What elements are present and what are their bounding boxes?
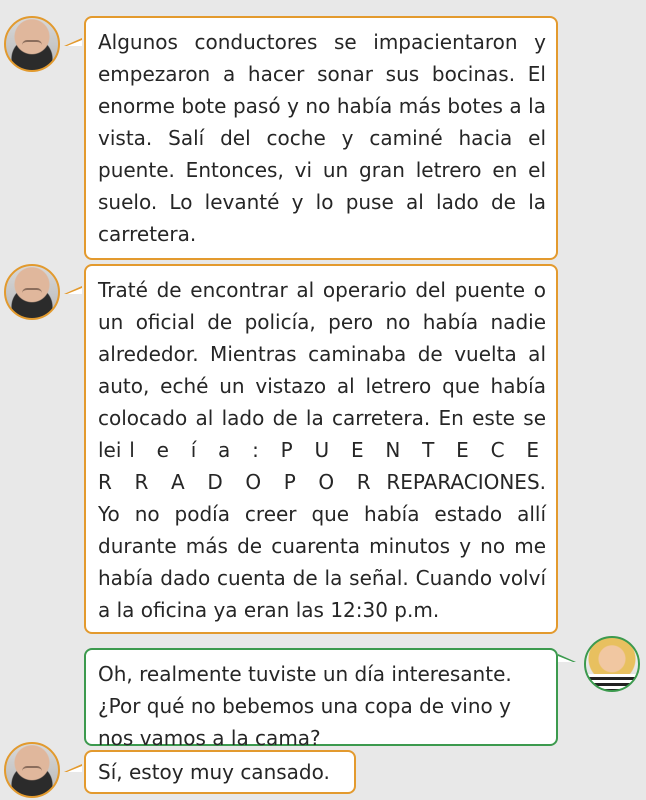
- speech-tail-icon: [64, 764, 82, 772]
- message-text: Oh, realmente tuviste un día interesante…: [98, 662, 512, 750]
- message-bubble: Algunos conductores se impacientaron y e…: [84, 16, 558, 260]
- message-text: Traté de encontrar al operario del puent…: [98, 278, 546, 462]
- message-bubble: Sí, estoy muy cansado.: [84, 750, 356, 794]
- speech-tail-icon: [64, 286, 82, 294]
- message-2: Traté de encontrar al operario del puent…: [0, 264, 646, 634]
- man-avatar-icon: [4, 742, 60, 798]
- message-4: Sí, estoy muy cansado.: [0, 742, 646, 798]
- speech-tail-icon: [558, 654, 576, 662]
- message-bubble: Traté de encontrar al operario del puent…: [84, 264, 558, 634]
- woman-avatar-icon: [584, 636, 640, 692]
- message-1: Algunos conductores se impacientaron y e…: [0, 16, 646, 260]
- speech-tail-icon: [64, 38, 82, 46]
- message-3: Oh, realmente tuviste un día interesante…: [0, 636, 646, 750]
- message-text: Sí, estoy muy cansado.: [98, 760, 330, 784]
- message-bubble: Oh, realmente tuviste un día interesante…: [84, 648, 558, 750]
- man-avatar-icon: [4, 264, 60, 320]
- man-avatar-icon: [4, 16, 60, 72]
- message-text: Algunos conductores se impacientaron y e…: [98, 30, 546, 246]
